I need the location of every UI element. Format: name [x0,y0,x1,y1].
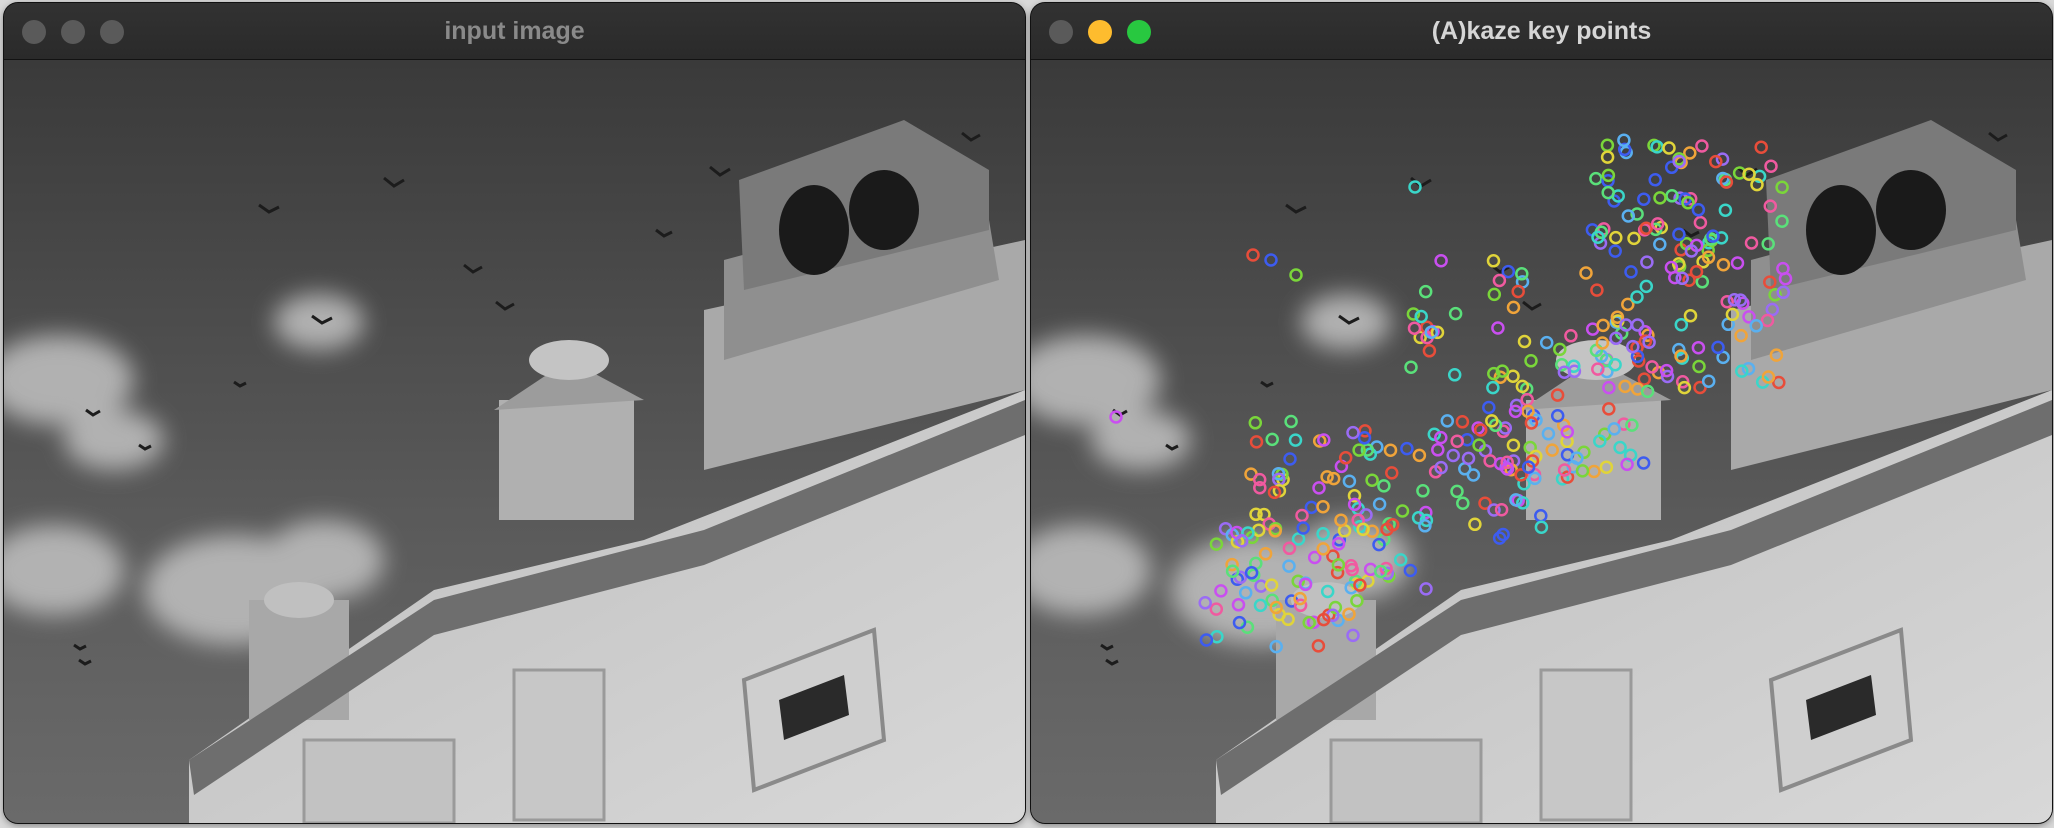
palace-photo-with-keypoints [1031,60,2052,823]
window-titlebar[interactable]: (A)kaze key points [1031,3,2052,60]
window-title: (A)kaze key points [1431,17,1652,45]
window-titlebar[interactable]: input image [4,3,1025,60]
input-image-window: input image [4,3,1025,823]
keypoints-image [1031,60,2052,823]
palace-photo [4,60,1025,823]
akaze-keypoints-window: (A)kaze key points [1031,3,2052,823]
input-image [4,60,1025,823]
window-title: input image [444,17,585,45]
